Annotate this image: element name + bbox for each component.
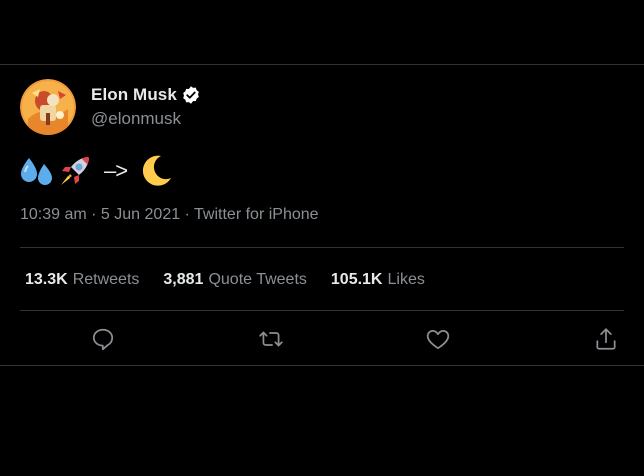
bottom-divider [0, 365, 644, 366]
display-name[interactable]: Elon Musk [91, 85, 177, 105]
retweets-label: Retweets [72, 271, 140, 288]
quotes-label: Quote Tweets [208, 271, 307, 288]
quotes-count: 3,881 [163, 271, 204, 288]
stats-top-divider [20, 247, 624, 248]
crescent-moon-icon [139, 154, 173, 193]
author-names: Elon Musk @elonmusk [91, 85, 201, 129]
verified-badge-icon [181, 85, 201, 105]
arrow-text: –> [104, 158, 128, 183]
name-row: Elon Musk [91, 85, 201, 105]
avatar[interactable] [20, 79, 76, 135]
like-icon[interactable] [425, 326, 451, 352]
likes-label: Likes [387, 271, 425, 288]
reply-icon[interactable] [90, 326, 116, 352]
share-icon[interactable] [593, 326, 619, 352]
quotes-stat[interactable]: 3,881 Quote Tweets [163, 271, 306, 289]
rocket-icon [58, 154, 92, 193]
tweet-stats: 13.3K Retweets 3,881 Quote Tweets 105.1K Li… [25, 271, 449, 289]
tweet-actions [0, 326, 644, 352]
tweet-text: –> [20, 154, 624, 192]
timestamp[interactable]: 10:39 am · 5 Jun 2021 · Twitter for iPho… [20, 206, 624, 224]
actions-top-divider [20, 310, 624, 311]
retweet-icon[interactable] [258, 326, 284, 352]
tweet: Elon Musk @elonmusk –> 10:39 am · 5 Jun … [20, 78, 624, 224]
handle[interactable]: @elonmusk [91, 109, 201, 129]
likes-count: 105.1K [330, 271, 383, 288]
likes-stat[interactable]: 105.1K Likes [331, 271, 425, 289]
top-divider [0, 64, 644, 65]
avatar-image [20, 79, 76, 135]
sweat-droplets-icon [20, 156, 54, 191]
retweets-stat[interactable]: 13.3K Retweets [25, 271, 139, 289]
tweet-author[interactable]: Elon Musk @elonmusk [20, 78, 624, 136]
retweets-count: 13.3K [25, 271, 68, 288]
tweet-page: Elon Musk @elonmusk –> 10:39 am · 5 Jun … [0, 0, 644, 476]
